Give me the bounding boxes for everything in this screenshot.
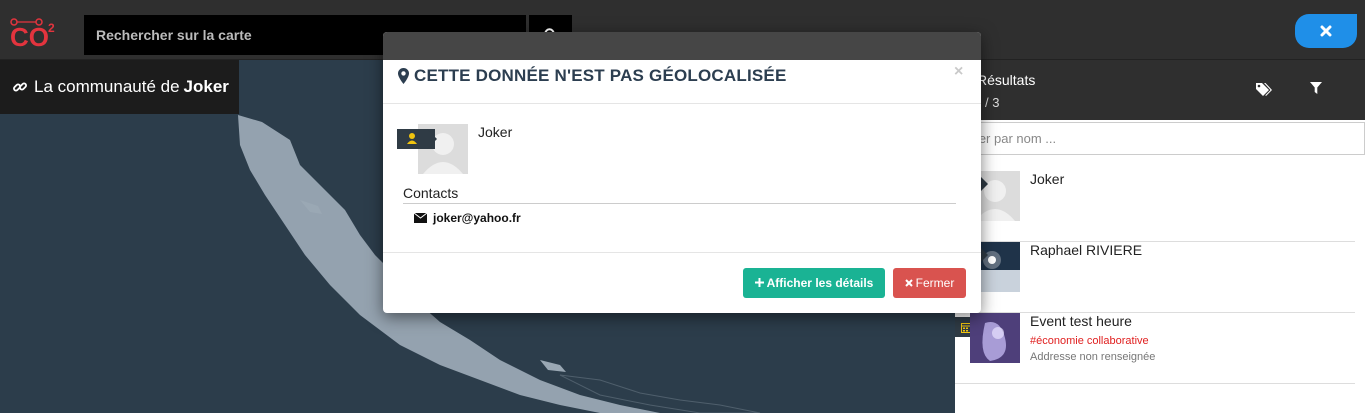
show-details-label: Afficher les détails: [766, 275, 874, 290]
result-photo: [970, 313, 1020, 363]
modal-header: CETTE DONNÉE N'EST PAS GÉOLOCALISÉE ×: [383, 60, 981, 104]
close-panel-button[interactable]: [1295, 14, 1357, 48]
result-item[interactable]: Joker: [955, 171, 1355, 242]
plus-icon: [754, 278, 764, 288]
modal-title-text: CETTE DONNÉE N'EST PAS GÉOLOCALISÉE: [414, 66, 787, 85]
not-geolocated-modal: CETTE DONNÉE N'EST PAS GÉOLOCALISÉE × Jo…: [383, 32, 981, 313]
contacts-label: Contacts: [403, 185, 459, 201]
close-modal-button[interactable]: Fermer: [893, 268, 966, 298]
email-text: joker@yahoo.fr: [433, 211, 521, 225]
link-icon: [12, 79, 28, 95]
co2-logo[interactable]: CO 2: [10, 18, 60, 52]
results-panel: Résultats / 3 Joker: [955, 60, 1365, 413]
close-modal-label: Fermer: [915, 276, 955, 290]
result-name: Event test heure: [1030, 313, 1132, 329]
user-icon: [407, 133, 417, 144]
email-contact[interactable]: joker@yahoo.fr: [414, 211, 521, 225]
person-name[interactable]: Joker: [478, 124, 512, 140]
person-avatar-group: [397, 124, 469, 174]
contacts-divider: [403, 203, 956, 204]
close-icon: [904, 279, 913, 287]
community-name: Joker: [183, 77, 229, 96]
tags-icon: [1256, 83, 1272, 96]
envelope-icon: [414, 213, 427, 223]
results-title: Résultats: [977, 72, 1036, 88]
show-details-button[interactable]: Afficher les détails: [743, 268, 885, 298]
svg-text:CO: CO: [10, 22, 49, 48]
result-address: Addresse non renseignée: [1030, 351, 1156, 363]
result-item[interactable]: Event test heure #économie collaborative…: [955, 313, 1355, 384]
result-item[interactable]: Raphael RIVIERE: [955, 242, 1355, 313]
filter-icon: [1310, 82, 1322, 94]
modal-close-x[interactable]: ×: [954, 63, 963, 81]
result-tag[interactable]: #économie collaborative: [1030, 335, 1149, 347]
modal-footer-divider: [383, 252, 981, 253]
result-name: Joker: [1030, 171, 1065, 187]
filter-by-name-input[interactable]: [959, 122, 1365, 155]
result-name: Raphael RIVIERE: [1030, 242, 1143, 258]
close-icon: [1320, 25, 1332, 37]
filter-button[interactable]: [1310, 82, 1322, 100]
tags-button[interactable]: [1255, 82, 1273, 103]
svg-text:2: 2: [48, 21, 55, 35]
map-marker-icon: [398, 68, 409, 84]
modal-title: CETTE DONNÉE N'EST PAS GÉOLOCALISÉE: [398, 66, 787, 86]
badge-arrow: [427, 129, 437, 149]
community-label[interactable]: La communauté de Joker: [0, 60, 239, 114]
results-header: Résultats / 3: [955, 60, 1365, 120]
modal-top-strip: [383, 32, 981, 60]
results-count: / 3: [985, 95, 1000, 110]
community-prefix: La communauté de: [34, 77, 180, 96]
